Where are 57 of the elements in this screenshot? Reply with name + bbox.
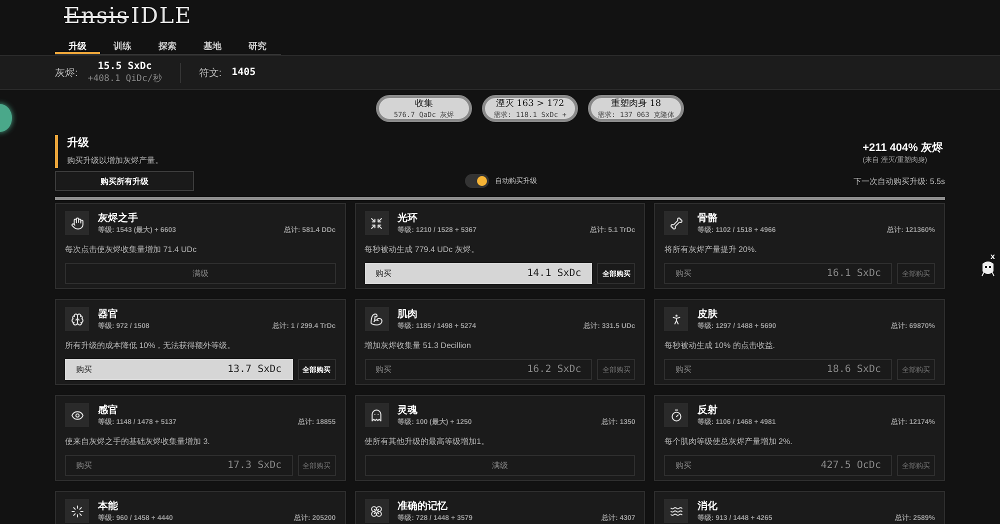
upgrade-name: 感官 xyxy=(98,403,119,417)
upgrade-name: 灰烬之手 xyxy=(98,211,139,225)
person-icon xyxy=(664,307,688,331)
ash-rate: +408.1 QiDc/秒 xyxy=(88,72,162,84)
section-subtitle: 购买升级以增加灰烬产量。 xyxy=(67,155,163,166)
timer-icon xyxy=(664,403,688,427)
ghost-icon xyxy=(364,403,389,427)
upgrade-name: 器官 xyxy=(98,307,119,321)
buy-button[interactable]: 购买 18.6 SxDc xyxy=(664,359,892,380)
section-title: 升级 xyxy=(67,136,90,150)
upgrade-description: 使所有其他升级的最高等级增加1。 xyxy=(364,436,490,447)
logo: Ensis IDLE xyxy=(63,4,193,29)
upgrade-name: 骨骼 xyxy=(697,212,718,225)
upgrade-name: 反射 xyxy=(697,404,718,417)
upgrade-description: 增加灰烬收集量 51.3 Decillion xyxy=(364,340,472,351)
upgrade-description: 每个肌肉等级使总灰烬产量增加 2%. xyxy=(664,436,794,447)
ash-label: 灰烬: xyxy=(55,66,78,80)
nav-tab[interactable]: 研究 xyxy=(235,37,280,54)
upgrade-description: 每秒被动生成 10% 的点击收益. xyxy=(664,340,776,351)
ash-amount: 15.5 SxDc xyxy=(98,60,152,72)
buy-button[interactable]: 购买 17.3 SxDc xyxy=(65,455,293,476)
next-autobuy-text: 下一次自动购买升级: 5.5s xyxy=(853,176,945,186)
nav-tab[interactable]: 基地 xyxy=(190,37,235,54)
nav-tab[interactable]: 训练 xyxy=(100,37,145,54)
eye-icon xyxy=(65,403,89,427)
upgrade-name: 皮肤 xyxy=(697,308,718,321)
upgrade-name: 本能 xyxy=(98,500,119,513)
runes-label: 符文: xyxy=(198,66,222,80)
upgrade-name: 消化 xyxy=(697,500,718,513)
upgrade-description: 每秒被动生成 779.4 UDc 灰烬。 xyxy=(364,244,480,255)
upgrade-name: 灵魂 xyxy=(398,404,419,417)
close-button[interactable]: x xyxy=(990,252,995,261)
upgrade-name: 光环 xyxy=(398,212,419,225)
buy-button[interactable]: 购买 427.5 OcDc xyxy=(664,455,892,476)
buy-all-button[interactable]: 购买所有升级 xyxy=(55,171,194,191)
upgrade-description: 每次点击使灰烬收集量增加 71.4 UDc xyxy=(65,244,198,255)
auto-buy-toggle[interactable] xyxy=(465,174,489,188)
upgrade-description: 所有升级的成本降低 10%，无法获得额外等级。 xyxy=(65,340,236,351)
maxed-label: 满级 xyxy=(65,263,336,284)
mascot-icon[interactable] xyxy=(981,261,995,277)
buy-button[interactable]: 购买 14.1 SxDc xyxy=(364,263,592,284)
nav-tab[interactable]: 探索 xyxy=(145,37,190,54)
upgrade-description: 将所有灰烬产量提升 20%. xyxy=(664,244,758,255)
buy-button[interactable]: 购买 16.1 SxDc xyxy=(664,263,892,284)
bone-icon xyxy=(664,211,688,235)
brain-icon xyxy=(65,307,89,331)
bonus-text: +211 404% 灰烬 xyxy=(862,141,943,155)
shrink-arrows-icon xyxy=(364,211,389,235)
upgrade-description: 使来自灰烬之手的基础灰烬收集量增加 3. xyxy=(65,436,211,447)
runes-amount: 1405 xyxy=(232,67,256,78)
hand-icon xyxy=(65,211,89,235)
upgrade-name: 准确的记忆 xyxy=(398,500,449,513)
buy-button[interactable]: 购买 16.2 SxDc xyxy=(364,359,592,380)
buy-button[interactable]: 购买 13.7 SxDc xyxy=(65,359,293,380)
maxed-label: 满级 xyxy=(364,455,636,476)
biceps-icon xyxy=(364,307,389,331)
upgrade-name: 肌肉 xyxy=(398,308,419,321)
